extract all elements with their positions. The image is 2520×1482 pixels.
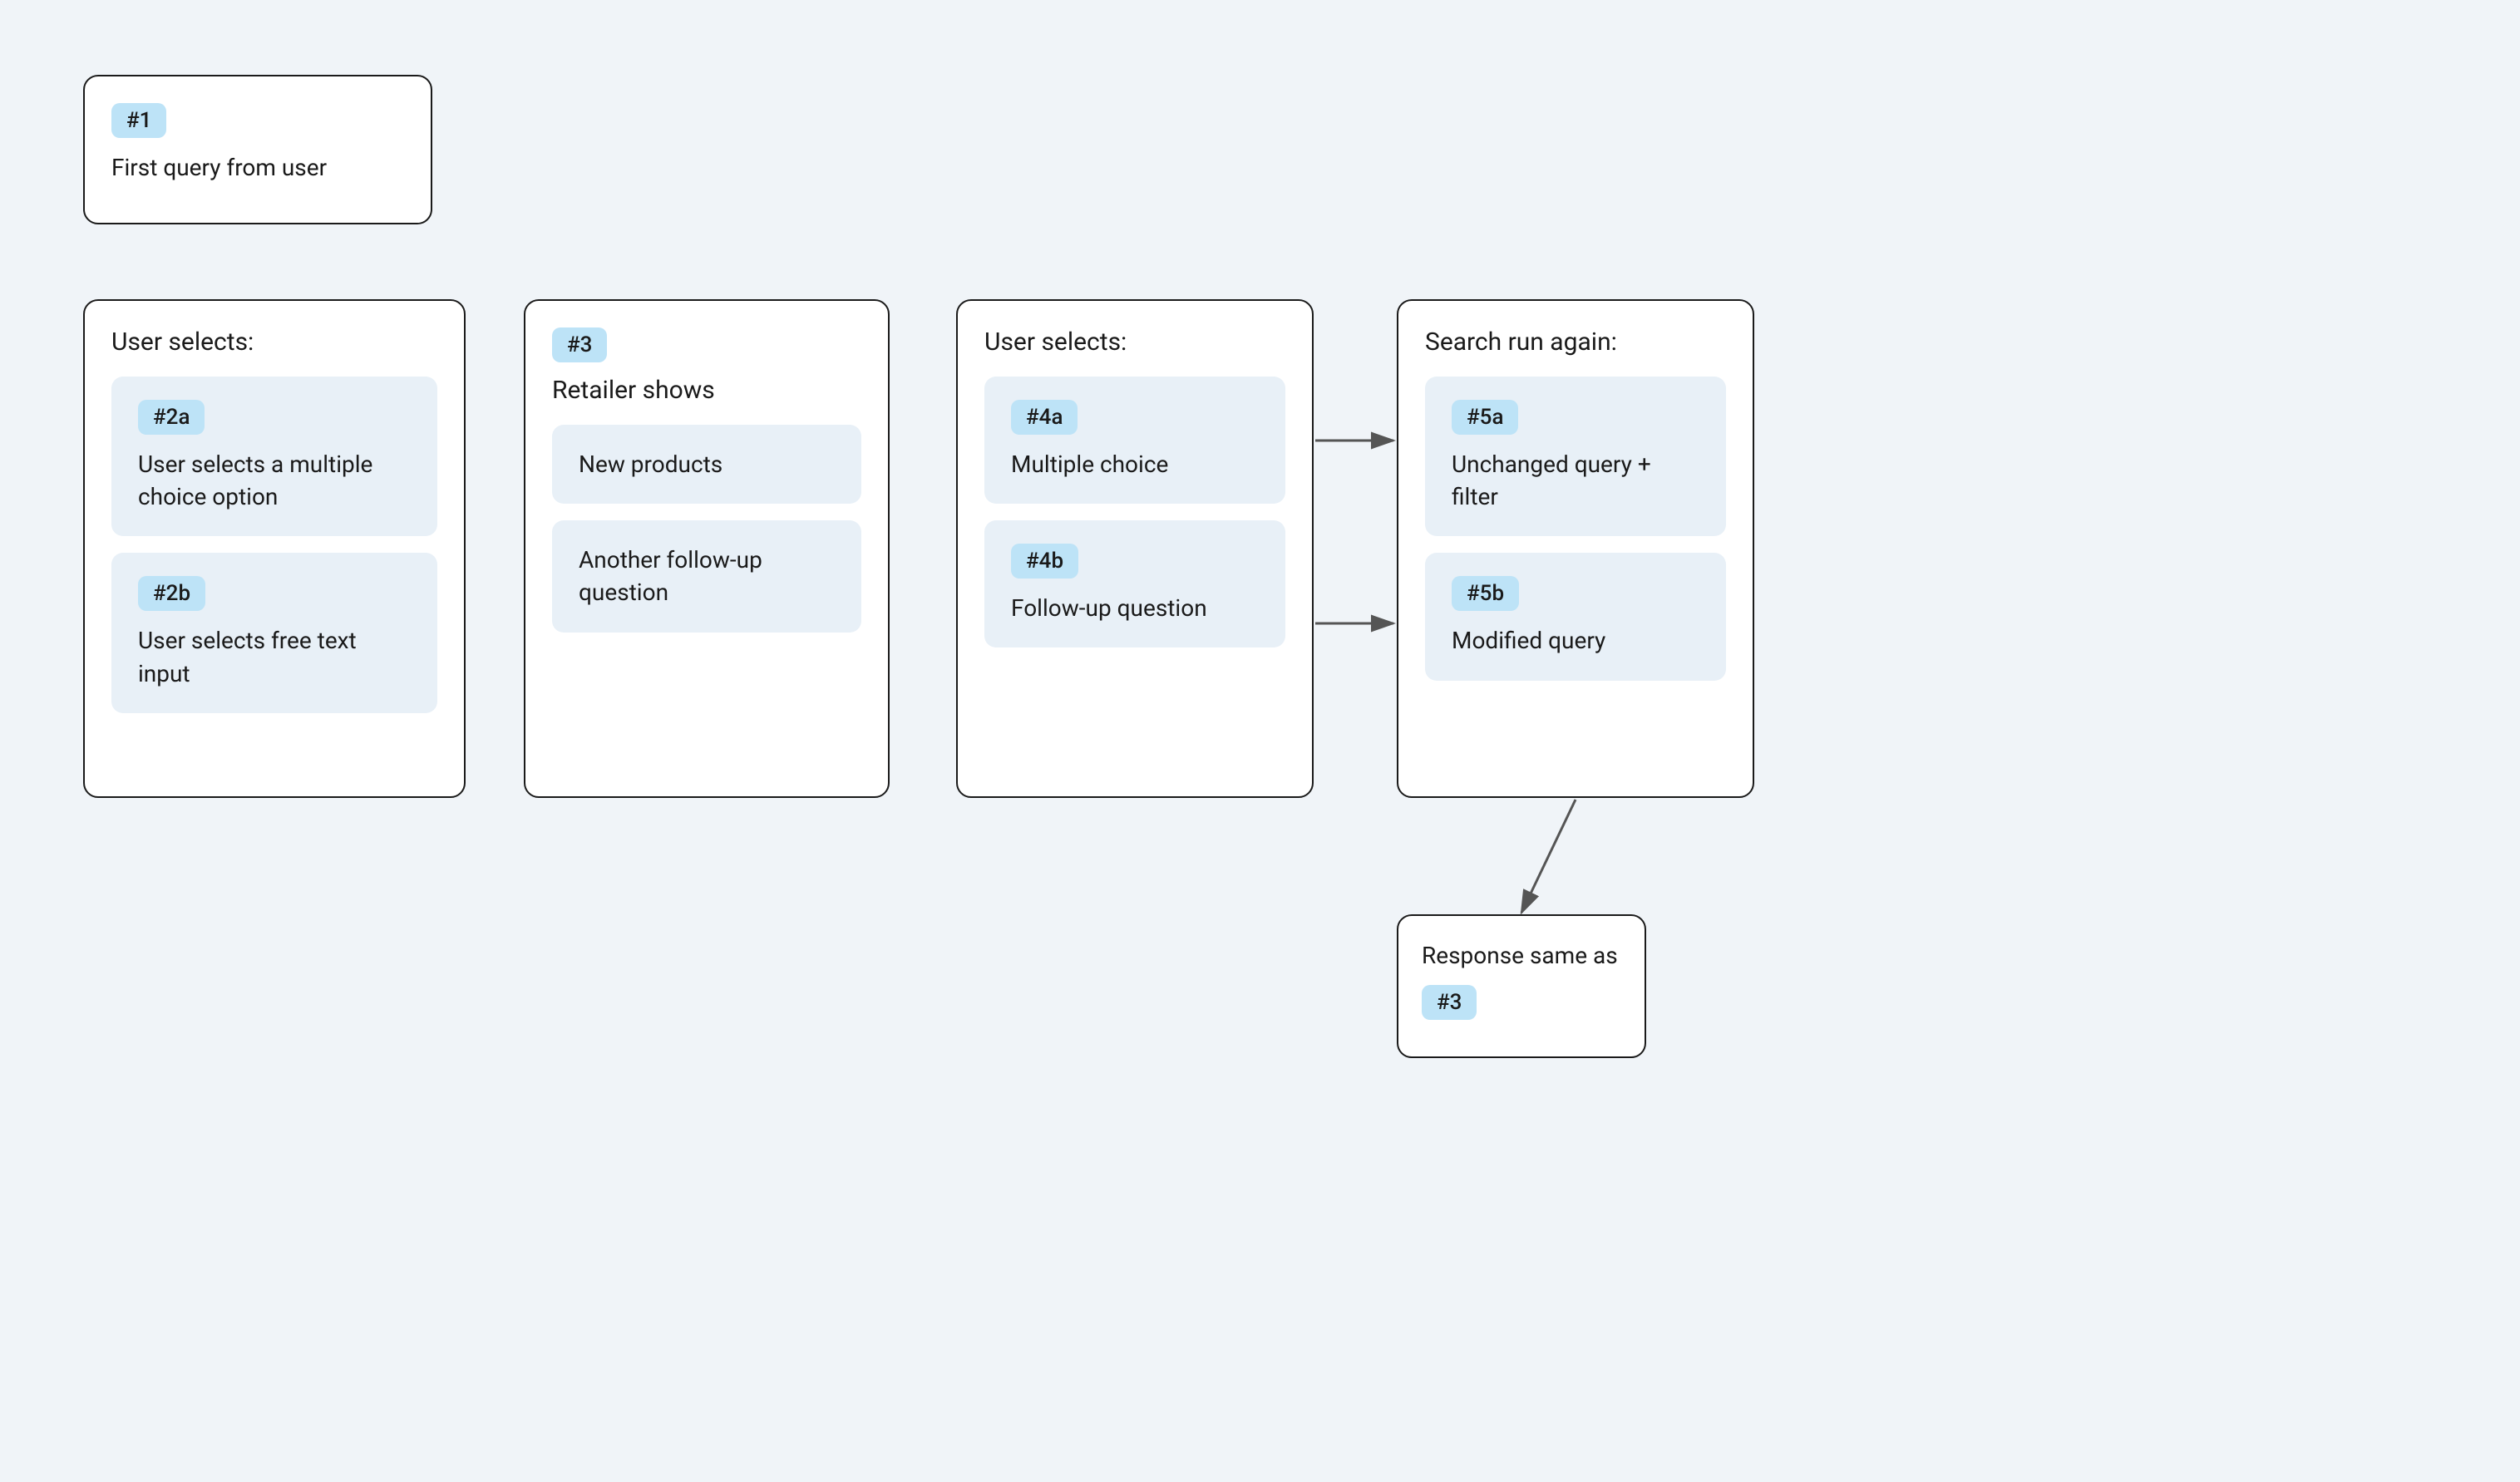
card-6-text: Response same as xyxy=(1422,939,1621,972)
badge-2b: #2b xyxy=(138,576,205,611)
inner-card-2b: #2b User selects free text input xyxy=(111,553,437,712)
card-5-title: Search run again: xyxy=(1425,327,1726,357)
card-2: User selects: #2a User selects a multipl… xyxy=(83,299,466,798)
card-5a-text: Unchanged query + filter xyxy=(1452,448,1699,513)
card-5: Search run again: #5a Unchanged query + … xyxy=(1397,299,1754,798)
badge-2a: #2a xyxy=(138,400,205,435)
card-3b-text: Another follow-up question xyxy=(579,544,835,608)
badge-1: #1 xyxy=(111,103,166,138)
inner-card-4a: #4a Multiple choice xyxy=(984,377,1285,504)
card-4b-text: Follow-up question xyxy=(1011,592,1259,624)
card-2b-text: User selects free text input xyxy=(138,624,411,689)
card-3a-text: New products xyxy=(579,448,835,480)
badge-4b: #4b xyxy=(1011,544,1078,579)
inner-card-5a: #5a Unchanged query + filter xyxy=(1425,377,1726,536)
badge-4a: #4a xyxy=(1011,400,1078,435)
card-4: User selects: #4a Multiple choice #4b Fo… xyxy=(956,299,1314,798)
arrow-5-6 xyxy=(1521,800,1576,913)
card-2a-text: User selects a multiple choice option xyxy=(138,448,411,513)
card-2-title: User selects: xyxy=(111,327,437,357)
card-1: #1 First query from user xyxy=(83,75,432,224)
card-1-text: First query from user xyxy=(111,151,404,184)
card-4a-text: Multiple choice xyxy=(1011,448,1259,480)
inner-card-2a: #2a User selects a multiple choice optio… xyxy=(111,377,437,536)
inner-card-3a: New products xyxy=(552,425,861,504)
badge-3: #3 xyxy=(552,327,607,362)
card-3: #3 Retailer shows New products Another f… xyxy=(524,299,890,798)
card-4-title: User selects: xyxy=(984,327,1285,357)
badge-5b: #5b xyxy=(1452,576,1519,611)
badge-6: #3 xyxy=(1422,985,1477,1020)
inner-card-3b: Another follow-up question xyxy=(552,520,861,632)
badge-5a: #5a xyxy=(1452,400,1518,435)
inner-card-4b: #4b Follow-up question xyxy=(984,520,1285,647)
card-6: Response same as #3 xyxy=(1397,914,1646,1058)
card-5b-text: Modified query xyxy=(1452,624,1699,657)
inner-card-5b: #5b Modified query xyxy=(1425,553,1726,680)
card-3-title: Retailer shows xyxy=(552,376,861,405)
